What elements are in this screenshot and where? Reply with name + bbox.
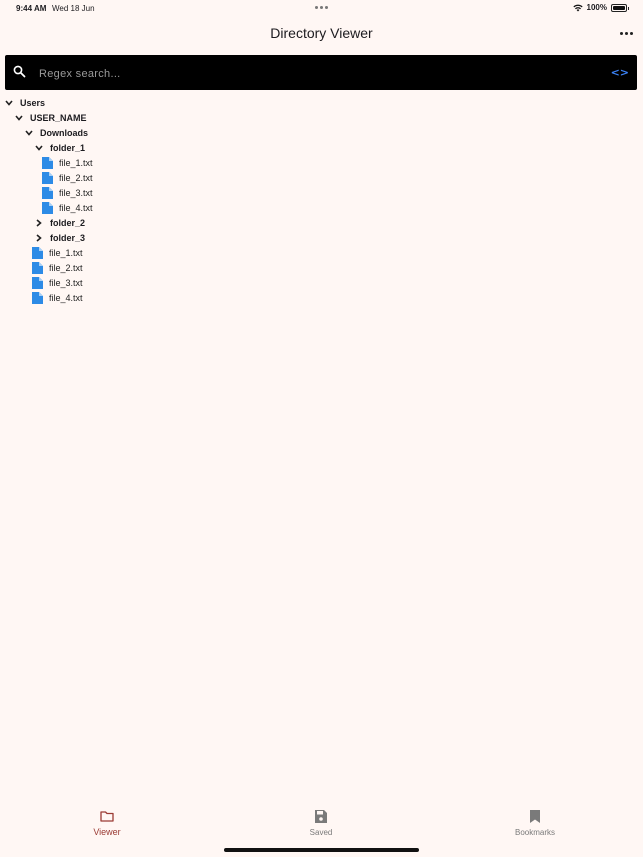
- nav-tab-viewer[interactable]: Viewer: [57, 810, 157, 837]
- tree-item-label: folder_1: [50, 142, 86, 153]
- nav-tab-bookmarks[interactable]: Bookmarks: [485, 810, 585, 837]
- tree-item-downloads[interactable]: Downloads: [24, 125, 88, 140]
- file-icon: [42, 156, 53, 169]
- tree-item-file[interactable]: file_2.txt: [32, 260, 83, 275]
- folder-icon: [57, 810, 157, 824]
- tree-item-users[interactable]: Users: [4, 95, 45, 110]
- file-icon: [32, 261, 43, 274]
- tree-item-file[interactable]: file_1.txt: [42, 155, 93, 170]
- tree-item-label: file_1.txt: [49, 247, 83, 258]
- chevron-down-icon[interactable]: [34, 143, 44, 153]
- multitasking-dots-icon[interactable]: [315, 6, 328, 9]
- search-input[interactable]: [37, 63, 601, 84]
- tree-item-label: file_1.txt: [59, 157, 93, 168]
- more-horizontal-icon: [619, 31, 623, 35]
- chevron-down-icon[interactable]: [24, 128, 34, 138]
- bottom-navigation: Viewer Saved Bookmarks: [0, 805, 643, 845]
- more-options-button[interactable]: [619, 26, 633, 40]
- file-icon: [32, 246, 43, 259]
- tree-item-file[interactable]: file_2.txt: [42, 170, 93, 185]
- nav-label: Viewer: [93, 827, 121, 837]
- tree-item-label: Downloads: [40, 127, 89, 138]
- tree-item-label: file_4.txt: [49, 292, 83, 303]
- chevron-right-icon[interactable]: [34, 218, 44, 228]
- tree-item-label: file_3.txt: [49, 277, 83, 288]
- home-indicator[interactable]: [224, 848, 419, 852]
- file-icon: [42, 186, 53, 199]
- tree-item-label: USER_NAME: [30, 112, 87, 123]
- save-icon: [271, 810, 371, 825]
- tree-item-file[interactable]: file_4.txt: [42, 200, 93, 215]
- tree-item-label: folder_3: [50, 232, 86, 243]
- tree-item-file[interactable]: file_4.txt: [32, 290, 83, 305]
- chevron-down-icon[interactable]: [14, 113, 24, 123]
- file-icon: [42, 171, 53, 184]
- file-icon: [32, 291, 43, 304]
- tree-item-label: file_4.txt: [59, 202, 93, 213]
- nav-tab-saved[interactable]: Saved: [271, 810, 371, 837]
- tree-item-file[interactable]: file_3.txt: [42, 185, 93, 200]
- wifi-icon: [572, 4, 583, 12]
- code-brackets-icon[interactable]: <>: [611, 66, 629, 79]
- tree-item-label: file_2.txt: [49, 262, 83, 273]
- status-time: 9:44 AM: [16, 4, 47, 13]
- tree-item-label: file_3.txt: [59, 187, 93, 198]
- status-date: Wed 18 Jun: [52, 4, 95, 13]
- tree-item-user-name[interactable]: USER_NAME: [14, 110, 87, 125]
- tree-item-folder-1[interactable]: folder_1: [34, 140, 85, 155]
- chevron-down-icon[interactable]: [4, 98, 14, 108]
- status-bar: 9:44 AM Wed 18 Jun 100%: [0, 0, 643, 16]
- tree-item-label: file_2.txt: [59, 172, 93, 183]
- file-icon: [42, 201, 53, 214]
- tree-item-label: folder_2: [50, 217, 86, 228]
- bookmark-icon: [485, 810, 585, 825]
- file-icon: [32, 276, 43, 289]
- tree-item-folder-3[interactable]: folder_3: [34, 230, 85, 245]
- tree-item-folder-2[interactable]: folder_2: [34, 215, 85, 230]
- tree-item-file[interactable]: file_1.txt: [32, 245, 83, 260]
- tree-item-file[interactable]: file_3.txt: [32, 275, 83, 290]
- tree-item-label: Users: [20, 97, 46, 108]
- nav-label: Bookmarks: [514, 828, 555, 837]
- chevron-right-icon[interactable]: [34, 233, 44, 243]
- battery-percent: 100%: [586, 3, 607, 12]
- nav-label: Saved: [309, 828, 333, 837]
- page-title: Directory Viewer: [270, 25, 373, 41]
- search-icon: [13, 65, 26, 83]
- search-bar: <>: [5, 55, 637, 90]
- status-right: 100%: [572, 3, 629, 12]
- battery-icon: [611, 3, 629, 12]
